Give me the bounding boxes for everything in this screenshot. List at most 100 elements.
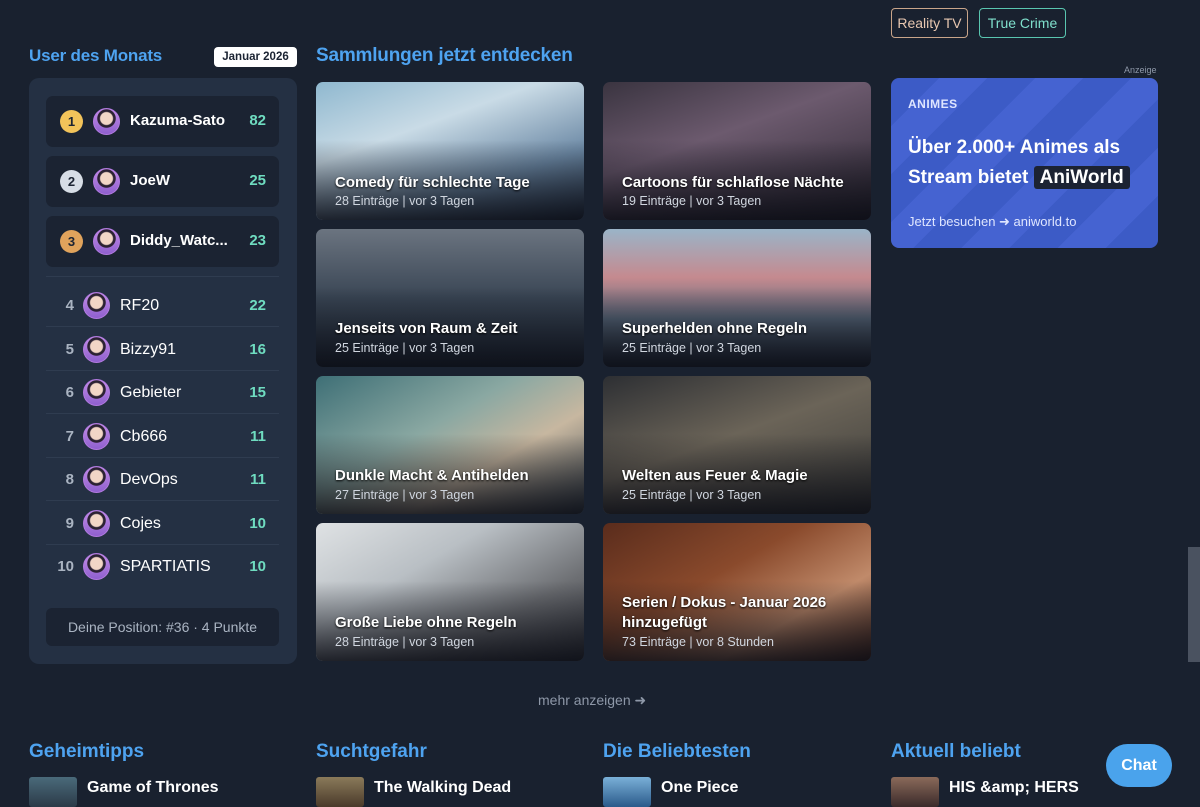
card-meta: 28 Einträge | vor 3 Tagen (335, 194, 475, 208)
card-title: Comedy für schlechte Tage (335, 174, 530, 191)
bronze-medal-icon: 3 (60, 230, 83, 253)
list-item-title[interactable]: The Walking Dead (374, 779, 511, 797)
card-meta: 28 Einträge | vor 3 Tagen (335, 635, 475, 649)
ad-brand: AniWorld (1033, 166, 1130, 189)
top-user-3[interactable]: 3 Diddy_Watc... 23 (46, 216, 279, 267)
list-item[interactable]: 6 Gebieter 15 (46, 371, 279, 414)
user-points: 11 (250, 471, 266, 488)
user-points: 22 (249, 297, 266, 314)
list-item-title[interactable]: Game of Thrones (87, 779, 219, 797)
list-item[interactable]: 7 Cb666 11 (46, 415, 279, 458)
user-name: Cojes (120, 515, 161, 532)
card-title: Jenseits von Raum & Zeit (335, 320, 518, 337)
collection-card[interactable]: Große Liebe ohne Regeln 28 Einträge | vo… (316, 523, 584, 661)
avatar (83, 466, 110, 493)
tag-reality-tv[interactable]: Reality TV (891, 8, 968, 38)
ad-headline: Über 2.000+ Animes als Stream bietet Ani… (908, 133, 1153, 193)
rank: 6 (65, 384, 74, 401)
show-more-link[interactable]: mehr anzeigen ➜ (538, 692, 646, 709)
scrollbar-thumb[interactable] (1188, 547, 1200, 662)
list-item[interactable]: 9 Cojes 10 (46, 502, 279, 545)
card-meta: 19 Einträge | vor 3 Tagen (622, 194, 762, 208)
avatar (83, 292, 110, 319)
user-name: Diddy_Watc... (130, 232, 228, 249)
user-points: 16 (249, 341, 266, 358)
card-title: Superhelden ohne Regeln (622, 320, 808, 337)
user-points: 23 (249, 232, 266, 249)
collection-card[interactable]: Jenseits von Raum & Zeit 25 Einträge | v… (316, 229, 584, 367)
thumbnail[interactable] (891, 777, 939, 807)
rank: 4 (65, 297, 74, 314)
user-ranking-panel: 1 Kazuma-Sato 82 2 JoeW 25 3 Diddy_Watc.… (29, 78, 297, 664)
avatar (83, 423, 110, 450)
user-name: SPARTIATIS (120, 558, 211, 575)
card-title: Welten aus Feuer & Magie (622, 467, 808, 484)
user-name: Kazuma-Sato (130, 112, 226, 129)
thumbnail[interactable] (603, 777, 651, 807)
avatar (83, 553, 110, 580)
section-heading-geheimtipps: Geheimtipps (29, 741, 145, 762)
avatar (93, 108, 120, 135)
top-user-2[interactable]: 2 JoeW 25 (46, 156, 279, 207)
avatar (93, 228, 120, 255)
list-item[interactable]: 5 Bizzy91 16 (46, 328, 279, 371)
user-points: 10 (249, 558, 266, 575)
user-name: Gebieter (120, 384, 182, 401)
ad-cta: Jetzt besuchen ➜ aniworld.to (908, 214, 1077, 229)
card-title: Cartoons für schlaflose Nächte (622, 174, 844, 191)
chat-button[interactable]: Chat (1106, 744, 1172, 787)
month-badge: Januar 2026 (214, 47, 297, 67)
card-title: Dunkle Macht & Antihelden (335, 467, 529, 484)
collections-title: Sammlungen jetzt entdecken (316, 45, 573, 66)
section-heading-suchtgefahr: Suchtgefahr (316, 741, 427, 762)
user-points: 10 (249, 515, 266, 532)
my-position: Deine Position: #36 · 4 Punkte (46, 608, 279, 646)
avatar (83, 510, 110, 537)
collection-card[interactable]: Serien / Dokus - Januar 2026 hinzugefügt… (603, 523, 871, 661)
user-points: 25 (249, 172, 266, 189)
list-item[interactable]: 10 SPARTIATIS 10 (46, 545, 279, 588)
list-item[interactable]: 4 RF20 22 (46, 284, 279, 327)
thumbnail[interactable] (316, 777, 364, 807)
tag-true-crime[interactable]: True Crime (979, 8, 1066, 38)
collection-card[interactable]: Cartoons für schlaflose Nächte 19 Einträ… (603, 82, 871, 220)
user-name: RF20 (120, 297, 160, 314)
list-item-title[interactable]: HIS &amp; HERS (949, 779, 1079, 797)
section-heading-beliebtesten: Die Beliebtesten (603, 741, 751, 762)
silver-medal-icon: 2 (60, 170, 83, 193)
divider (46, 276, 279, 277)
collection-card[interactable]: Welten aus Feuer & Magie 25 Einträge | v… (603, 376, 871, 514)
ad-banner[interactable]: ANIMES Über 2.000+ Animes als Stream bie… (891, 78, 1158, 248)
collection-card[interactable]: Comedy für schlechte Tage 28 Einträge | … (316, 82, 584, 220)
rank: 9 (65, 515, 74, 532)
user-points: 82 (249, 112, 266, 129)
rank: 5 (65, 341, 74, 358)
rank: 10 (57, 558, 74, 575)
user-points: 15 (249, 384, 266, 401)
user-name: JoeW (130, 172, 171, 189)
avatar (83, 379, 110, 406)
collection-card[interactable]: Superhelden ohne Regeln 25 Einträge | vo… (603, 229, 871, 367)
users-title: User des Monats (29, 46, 163, 65)
collection-card[interactable]: Dunkle Macht & Antihelden 27 Einträge | … (316, 376, 584, 514)
list-item-title[interactable]: One Piece (661, 779, 738, 797)
ad-label: Anzeige (1124, 65, 1157, 75)
user-name: Bizzy91 (120, 341, 177, 358)
list-item[interactable]: 8 DevOps 11 (46, 458, 279, 501)
card-meta: 25 Einträge | vor 3 Tagen (335, 341, 475, 355)
thumbnail[interactable] (29, 777, 77, 807)
avatar (93, 168, 120, 195)
card-title: Serien / Dokus - Januar 2026 hinzugefügt (622, 594, 827, 631)
card-meta: 27 Einträge | vor 3 Tagen (335, 488, 475, 502)
rank: 8 (65, 471, 74, 488)
card-meta: 73 Einträge | vor 8 Stunden (622, 635, 774, 649)
user-name: Cb666 (120, 428, 168, 445)
user-points: 11 (250, 428, 266, 445)
ad-kicker: ANIMES (908, 97, 958, 111)
card-title: Große Liebe ohne Regeln (335, 614, 517, 631)
card-meta: 25 Einträge | vor 3 Tagen (622, 488, 762, 502)
gold-medal-icon: 1 (60, 110, 83, 133)
user-name: DevOps (120, 471, 178, 488)
top-user-1[interactable]: 1 Kazuma-Sato 82 (46, 96, 279, 147)
rank: 7 (65, 428, 74, 445)
